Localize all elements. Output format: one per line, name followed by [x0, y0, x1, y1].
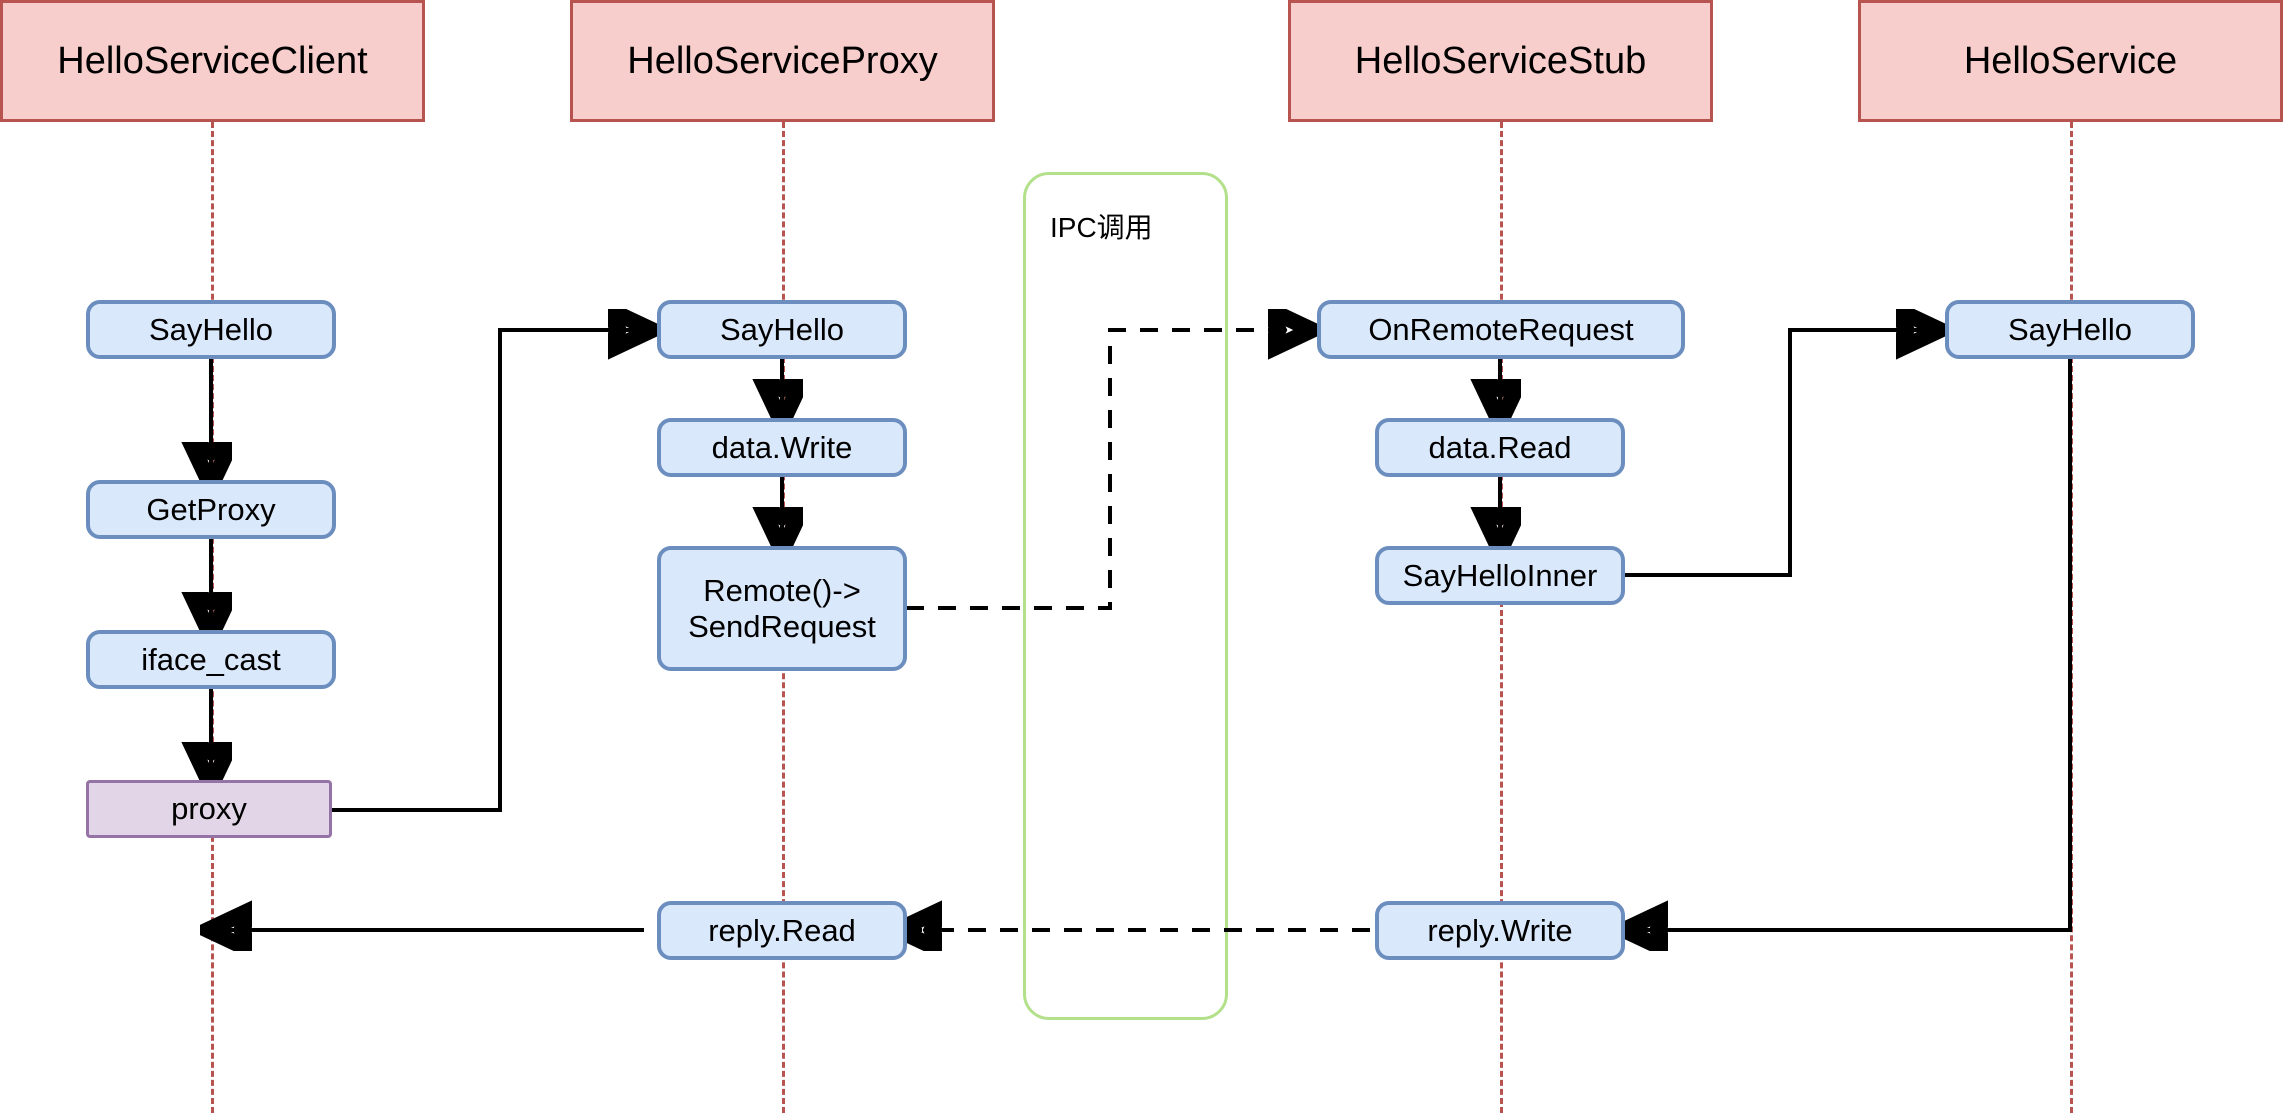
node-stub-onremoterequest[interactable]: OnRemoteRequest [1317, 300, 1685, 359]
node-client-proxy-object[interactable]: proxy [86, 780, 332, 838]
node-client-sayhello[interactable]: SayHello [86, 300, 336, 359]
edge-sayhelloinner-to-service-sayhello [1625, 330, 1932, 577]
connector-layer [0, 0, 2072, 1113]
edge-service-sayhello-to-replywrite [1632, 359, 2072, 930]
node-client-ifacecast[interactable]: iface_cast [86, 630, 336, 689]
node-stub-sayhelloinner[interactable]: SayHelloInner [1375, 546, 1625, 605]
node-label: GetProxy [146, 491, 276, 527]
node-service-sayhello[interactable]: SayHello [1945, 300, 2195, 359]
node-label: data.Read [1428, 429, 1572, 465]
node-label-line2: SendRequest [688, 608, 876, 644]
node-proxy-datawrite[interactable]: data.Write [657, 418, 907, 477]
node-proxy-sendrequest[interactable]: Remote()-> SendRequest [657, 546, 907, 671]
node-label: SayHelloInner [1402, 557, 1598, 593]
node-label: reply.Write [1427, 912, 1573, 948]
node-label: proxy [171, 791, 247, 827]
node-label: data.Write [711, 429, 853, 465]
node-label: OnRemoteRequest [1368, 311, 1634, 347]
node-client-getproxy[interactable]: GetProxy [86, 480, 336, 539]
node-label-line1: Remote()-> [703, 572, 861, 608]
node-label: SayHello [148, 311, 274, 347]
node-proxy-replyread[interactable]: reply.Read [657, 901, 907, 960]
node-stub-replywrite[interactable]: reply.Write [1375, 901, 1625, 960]
node-stub-dataread[interactable]: data.Read [1375, 418, 1625, 477]
node-label: iface_cast [141, 641, 281, 677]
edge-proxyobj-to-proxy-sayhello [332, 330, 644, 812]
node-proxy-sayhello[interactable]: SayHello [657, 300, 907, 359]
edge-sendrequest-to-onremoterequest [906, 330, 1304, 610]
node-label: SayHello [719, 311, 845, 347]
sequence-diagram-canvas: IPC调用 HelloServiceClient HelloServicePro… [0, 0, 2283, 1113]
node-label: SayHello [2007, 311, 2133, 347]
node-label: reply.Read [708, 912, 856, 948]
